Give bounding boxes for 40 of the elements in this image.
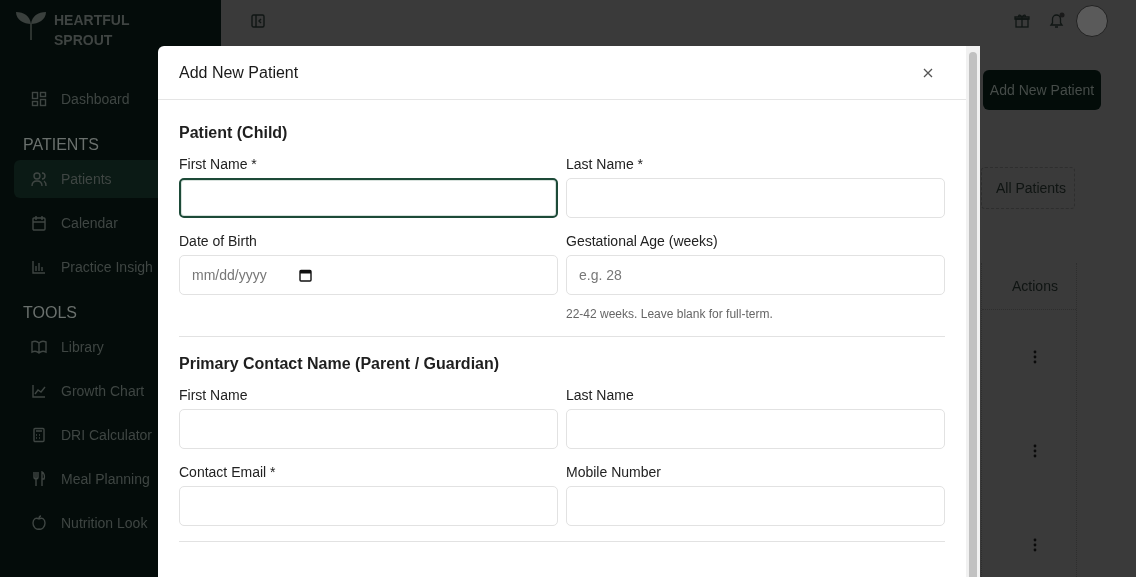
notification-bell-icon[interactable] <box>1048 12 1066 30</box>
calculator-icon <box>31 427 47 443</box>
scrollbar[interactable] <box>966 46 980 577</box>
grid-icon <box>31 91 47 107</box>
nav-item[interactable]: DRI Calculator <box>14 416 207 454</box>
line-chart-icon <box>31 383 47 399</box>
bar-chart-icon <box>31 259 47 275</box>
section-heading: Primary Contact Name (Parent / Guardian) <box>179 355 501 373</box>
gift-icon[interactable] <box>1014 13 1030 29</box>
field-label: Gestational Age (weeks) <box>566 233 719 249</box>
date-field[interactable]: mm/dd/yyyy <box>179 255 558 295</box>
sidebar-toggle-icon[interactable] <box>251 14 265 28</box>
field-label: Contact Email * <box>179 464 277 480</box>
book-icon <box>31 339 47 355</box>
field-label: Last Name <box>566 387 635 403</box>
calendar-icon[interactable] <box>299 269 312 282</box>
field-hint: 22-42 weeks. Leave blank for full-term. <box>566 307 774 321</box>
nav-item[interactable]: Dashboard <box>14 80 207 118</box>
add-patient-button[interactable]: Add New Patient <box>983 70 1101 110</box>
input-field[interactable] <box>179 178 558 218</box>
dialog-title: Add New Patient <box>179 63 299 82</box>
field-label: Last Name * <box>566 156 645 172</box>
more-options-icon[interactable] <box>1033 538 1037 552</box>
sprout-logo-icon <box>14 10 48 42</box>
avatar[interactable] <box>1076 5 1108 37</box>
apple-icon <box>31 515 47 531</box>
field-label: First Name <box>179 387 249 403</box>
people-icon <box>31 171 47 187</box>
section-heading: Patient (Child) <box>179 124 289 142</box>
close-icon[interactable] <box>923 67 933 78</box>
section-heading: PATIENTS <box>23 136 100 154</box>
brand-name: HEARTFUL SPROUT <box>54 11 130 50</box>
fork-knife-icon <box>31 471 47 487</box>
field-label: Mobile Number <box>566 464 662 480</box>
more-options-icon[interactable] <box>1033 444 1037 458</box>
field-label: Date of Birth <box>179 233 258 249</box>
nav-item[interactable]: Nutrition Look <box>14 504 207 542</box>
calendar-icon <box>31 215 47 231</box>
more-options-icon[interactable] <box>1033 350 1037 364</box>
section-heading: TOOLS <box>23 304 78 322</box>
